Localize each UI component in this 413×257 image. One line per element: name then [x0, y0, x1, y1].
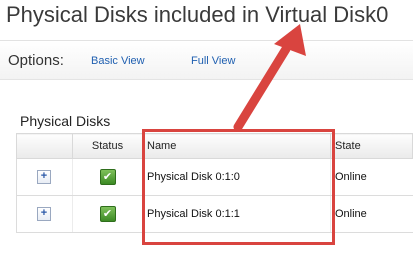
annotation-arrow-icon: [233, 24, 306, 132]
